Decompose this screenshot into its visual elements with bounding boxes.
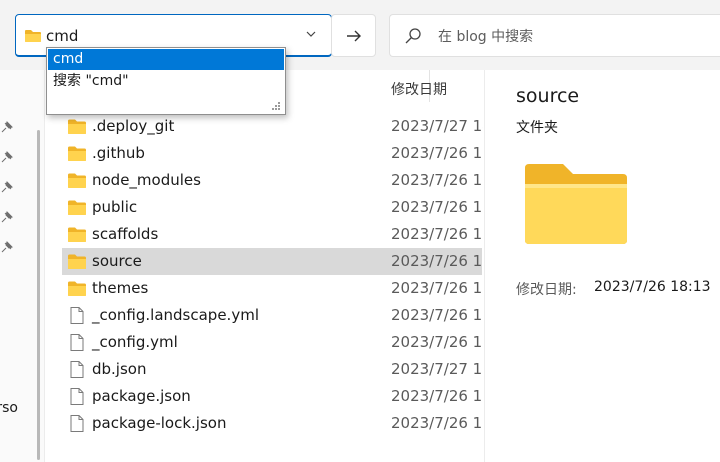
file-date: 2023/7/26 18: [391, 333, 483, 351]
file-name: source: [92, 252, 142, 270]
file-name: .github: [92, 144, 145, 162]
file-row[interactable]: public 2023/7/26 18: [62, 194, 483, 221]
file-name: themes: [92, 279, 149, 297]
folder-icon: [25, 30, 41, 42]
search-box[interactable]: [389, 14, 720, 57]
folder-icon: [67, 118, 87, 135]
file-date: 2023/7/26 18: [391, 252, 483, 270]
file-icon: [67, 334, 87, 351]
file-row[interactable]: package.json 2023/7/26 18: [62, 383, 483, 410]
file-name: .deploy_git: [92, 117, 175, 135]
file-date: 2023/7/27 14: [391, 117, 483, 135]
file-name: package-lock.json: [92, 414, 227, 432]
details-type: 文件夹: [516, 120, 558, 136]
file-date: 2023/7/26 18: [391, 171, 483, 189]
address-autocomplete: cmd 搜索 "cmd": [46, 47, 286, 115]
arrow-right-icon: [346, 30, 361, 42]
file-name: public: [92, 198, 138, 216]
file-icon: [67, 415, 87, 432]
file-date: 2023/7/26 18: [391, 306, 483, 324]
autocomplete-item[interactable]: 搜索 "cmd": [48, 71, 284, 92]
folder-icon: [67, 199, 87, 216]
file-row[interactable]: node_modules 2023/7/26 18: [62, 167, 483, 194]
address-input[interactable]: [46, 25, 286, 47]
details-pane: source 文件夹 修改日期: 2023/7/26 18:13: [484, 70, 720, 462]
resize-grip-icon[interactable]: [271, 101, 281, 111]
file-name: node_modules: [92, 171, 201, 189]
pin-icon[interactable]: [0, 240, 14, 254]
file-name: _config.yml: [92, 333, 178, 351]
file-date: 2023/7/26 18: [391, 279, 483, 297]
folder-icon: [67, 253, 87, 270]
folder-icon: [67, 280, 87, 297]
scrollbar[interactable]: [37, 130, 40, 460]
nav-item-label[interactable]: erso: [0, 400, 18, 416]
pin-icon[interactable]: [0, 150, 14, 164]
file-icon: [67, 388, 87, 405]
file-icon: [67, 307, 87, 324]
file-icon: [67, 361, 87, 378]
file-row[interactable]: _config.landscape.yml 2023/7/26 18: [62, 302, 483, 329]
folder-icon: [67, 226, 87, 243]
pin-icon[interactable]: [0, 120, 14, 134]
file-date: 2023/7/27 15: [391, 360, 483, 378]
file-row[interactable]: .deploy_git 2023/7/27 14: [62, 113, 483, 140]
search-icon: [405, 28, 421, 44]
pin-icon[interactable]: [0, 180, 14, 194]
details-modified-label: 修改日期:: [516, 282, 577, 298]
file-row[interactable]: package-lock.json 2023/7/26 18: [62, 410, 483, 437]
file-row[interactable]: themes 2023/7/26 18: [62, 275, 483, 302]
file-name: package.json: [92, 387, 191, 405]
folder-icon: [67, 145, 87, 162]
file-row[interactable]: db.json 2023/7/27 15: [62, 356, 483, 383]
details-modified-value: 2023/7/26 18:13: [594, 279, 711, 295]
file-row[interactable]: source 2023/7/26 18: [62, 248, 483, 275]
file-row[interactable]: .github 2023/7/26 18: [62, 140, 483, 167]
column-date-modified[interactable]: 修改日期: [391, 79, 447, 99]
file-name: db.json: [92, 360, 147, 378]
file-date: 2023/7/26 18: [391, 198, 483, 216]
file-row[interactable]: _config.yml 2023/7/26 18: [62, 329, 483, 356]
file-name: _config.landscape.yml: [92, 306, 259, 324]
chevron-down-icon[interactable]: [302, 27, 320, 45]
file-name: scaffolds: [92, 225, 159, 243]
file-date: 2023/7/26 18: [391, 144, 483, 162]
go-button[interactable]: [331, 14, 376, 57]
pin-icon[interactable]: [0, 210, 14, 224]
folder-icon: [525, 164, 627, 244]
file-date: 2023/7/26 18: [391, 225, 483, 243]
file-date: 2023/7/26 18: [391, 387, 483, 405]
file-list: .deploy_git 2023/7/27 14 .github 2023/7/26 …: [46, 113, 484, 462]
autocomplete-item[interactable]: cmd: [48, 49, 284, 70]
details-title: source: [516, 85, 580, 107]
search-input[interactable]: [438, 26, 708, 48]
navigation-pane: erso: [0, 70, 45, 462]
file-row[interactable]: scaffolds 2023/7/26 18: [62, 221, 483, 248]
folder-icon: [67, 172, 87, 189]
file-date: 2023/7/26 18: [391, 414, 483, 432]
